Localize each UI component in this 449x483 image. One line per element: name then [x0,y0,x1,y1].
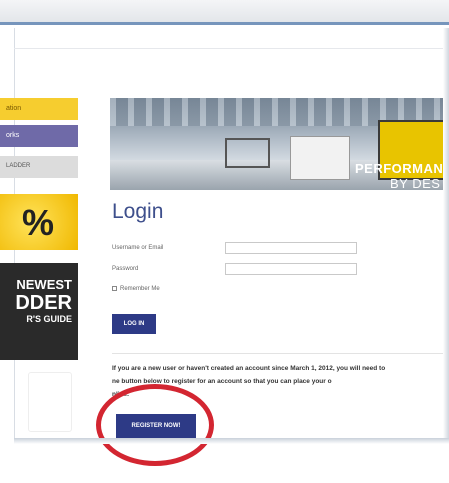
browser-chrome [0,0,449,22]
sidebar-tab-ladder[interactable]: LADDER [0,156,78,178]
notice-line-1: If you are a new user or haven't created… [112,365,386,372]
browser-stripe [0,22,449,25]
password-label: Password [112,266,139,272]
right-shadow [443,28,449,438]
hero-caption-2: BY DES [390,176,441,190]
bottom-shadow [14,438,449,444]
screenshot: ation orks LADDER % NEWEST DDER R'S GUID… [0,0,449,483]
password-input[interactable] [225,263,357,275]
guide-line-2: DDER [15,292,72,314]
sidebar-tab-location[interactable]: ation [0,98,78,120]
highlight-circle [96,384,214,466]
promo-percent: % [22,202,55,243]
hero-caption-1: PERFORMAN [355,161,444,176]
remember-checkbox[interactable] [112,286,117,291]
cart-image [225,138,270,168]
sidebar-tab-works[interactable]: orks [0,125,78,147]
header-divider [14,48,449,49]
form-divider [112,353,449,354]
guide-line-1: NEWEST [16,277,72,292]
guide-line-3: R'S GUIDE [26,314,72,324]
remember-me[interactable]: Remember Me [112,286,160,292]
promo-badge[interactable]: % [0,194,78,250]
login-button[interactable]: LOG IN [112,314,156,334]
rack-image [290,136,350,180]
page-title: Login [112,200,164,223]
hero-banner: PERFORMAN BY DES [110,98,449,190]
sidebar-blank-panel [28,372,72,432]
username-input[interactable] [225,242,357,254]
remember-label: Remember Me [120,286,160,293]
ladder-guide-banner[interactable]: NEWEST DDER R'S GUIDE [0,263,78,360]
username-label: Username or Email [112,245,164,251]
